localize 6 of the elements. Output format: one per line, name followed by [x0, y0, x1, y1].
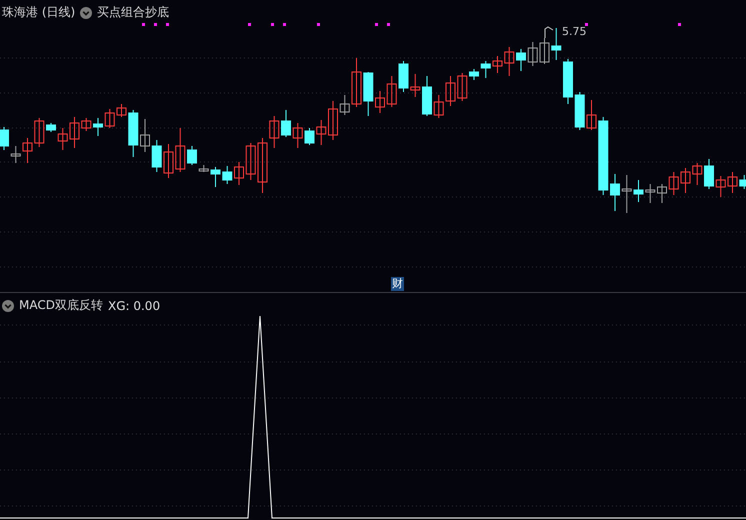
indicator-reading: XG: 0.00 [108, 298, 160, 312]
indicator-name: 买点组合抄底 [97, 4, 170, 21]
indicator-name: MACD双底反转 [19, 297, 103, 314]
high-price-label: 5.75 [562, 25, 586, 38]
finance-badge[interactable]: 财 [391, 277, 404, 291]
stock-title: 珠海港 (日线) [2, 4, 76, 21]
